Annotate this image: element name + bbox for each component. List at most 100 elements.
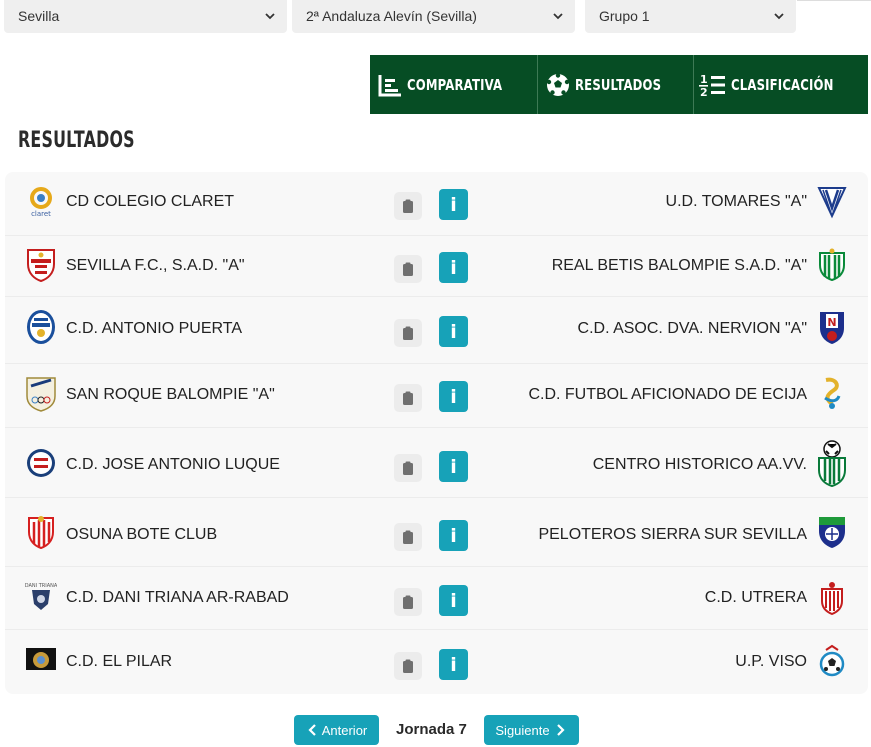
home-team[interactable]: C.D. ANTONIO PUERTA [66,319,242,339]
match-report-button[interactable] [394,255,422,283]
previous-button[interactable]: Anterior [294,715,379,745]
chevron-down-icon [265,13,275,20]
svg-text:1: 1 [700,73,708,86]
team-crest [816,514,848,550]
team-crest [25,247,57,283]
team-crest [816,184,848,220]
competition-select[interactable]: 2ª Andaluza Alevín (Sevilla) [292,0,575,33]
home-team[interactable]: SAN ROQUE BALOMPIE "A" [66,385,275,405]
match-info-button[interactable]: i [439,649,468,680]
match-report-button[interactable] [394,588,422,616]
clipboard-icon [403,199,413,213]
match-row: C.D. EL PILAR i U.P. VISO [5,630,868,694]
clipboard-icon [403,530,413,544]
svg-text:2: 2 [700,86,708,98]
away-team[interactable]: CENTRO HISTORICO AA.VV. [593,455,807,475]
group-select[interactable]: Grupo 1 [585,0,796,33]
match-info-button[interactable]: i [439,520,468,551]
tab-label: CLASIFICACIÓN [731,75,834,94]
previous-label: Anterior [321,722,368,738]
home-team[interactable]: C.D. EL PILAR [66,652,172,672]
away-team[interactable]: C.D. FUTBOL AFICIONADO DE ECIJA [528,385,807,405]
region-select[interactable]: Sevilla [4,0,287,33]
home-team[interactable]: C.D. DANI TRIANA AR-RABAD [66,588,289,608]
match-row: C.D. ANTONIO PUERTA i C.D. ASOC. DVA. NE… [5,297,868,364]
chevron-right-icon [556,724,565,736]
tab-clasificacion[interactable]: 1 2 CLASIFICACIÓN [694,55,868,114]
competition-select-value: 2ª Andaluza Alevín (Sevilla) [306,8,477,24]
clipboard-icon [403,461,413,475]
away-team[interactable]: U.P. VISO [735,652,807,672]
match-row: OSUNA BOTE CLUB i PELOTEROS SIERRA SUR S… [5,498,868,567]
group-select-value: Grupo 1 [599,8,650,24]
chevron-down-icon [774,13,784,20]
team-crest: claret [25,184,57,220]
home-team[interactable]: C.D. JOSE ANTONIO LUQUE [66,455,280,475]
tab-resultados[interactable]: RESULTADOS [538,55,694,114]
match-row: SEVILLA F.C., S.A.D. "A" i REAL BETIS BA… [5,236,868,297]
tab-label: RESULTADOS [575,75,662,94]
soccer-ball-icon [547,72,570,96]
team-crest: DANI TRIANA [25,580,58,616]
match-info-button[interactable]: i [439,189,468,220]
match-info-button[interactable]: i [439,252,468,283]
team-crest [25,514,57,550]
home-team[interactable]: OSUNA BOTE CLUB [66,525,217,545]
region-select-value: Sevilla [18,8,60,24]
match-report-button[interactable] [394,523,422,551]
next-button[interactable]: Siguiente [484,715,579,745]
match-row: DANI TRIANA C.D. DANI TRIANA AR-RABAD i … [5,567,868,630]
section-title: RESULTADOS [18,128,135,153]
away-team[interactable]: C.D. ASOC. DVA. NERVION "A" [578,319,807,339]
chevron-left-icon [308,724,316,736]
clipboard-icon [403,595,413,609]
team-crest [25,445,57,481]
away-team[interactable]: C.D. UTRERA [705,588,807,608]
match-info-button[interactable]: i [439,316,468,347]
chevron-down-icon [553,13,563,20]
clipboard-icon [403,262,413,276]
team-crest [816,644,848,680]
home-team[interactable]: CD COLEGIO CLARET [66,192,234,212]
match-report-button[interactable] [394,652,422,680]
tab-label: COMPARATIVA [407,75,503,94]
match-row: claret CD COLEGIO CLARET i U.D. TOMARES … [5,172,868,236]
away-team[interactable]: U.D. TOMARES "A" [666,192,807,212]
match-report-button[interactable] [394,384,422,412]
team-crest [25,647,57,673]
ranking-list-icon: 1 2 [699,73,726,98]
away-team[interactable]: REAL BETIS BALOMPIE S.A.D. "A" [552,256,807,276]
match-row: SAN ROQUE BALOMPIE "A" i C.D. FUTBOL AFI… [5,364,868,428]
svg-text:DANI TRIANA: DANI TRIANA [25,583,57,589]
current-round: Jornada 7 [396,721,467,738]
team-crest [816,376,848,412]
team-crest [816,440,848,488]
match-report-button[interactable] [394,192,422,220]
match-info-button[interactable]: i [439,381,468,412]
match-row: C.D. JOSE ANTONIO LUQUE i CENTRO HISTORI… [5,428,868,498]
pagination: Anterior Jornada 7 Siguiente [0,715,871,745]
svg-text:N: N [827,316,836,329]
match-report-button[interactable] [394,319,422,347]
clipboard-icon [403,326,413,340]
team-crest [816,580,848,616]
divider [797,0,871,1]
clipboard-icon [403,659,413,673]
match-info-button[interactable]: i [439,451,468,482]
tab-comparativa[interactable]: COMPARATIVA [370,55,538,114]
filter-bar: Sevilla 2ª Andaluza Alevín (Sevilla) Gru… [0,0,871,34]
team-crest [25,376,57,412]
results-list: claret CD COLEGIO CLARET i U.D. TOMARES … [5,172,868,694]
svg-text:claret: claret [31,210,51,218]
away-team[interactable]: PELOTEROS SIERRA SUR SEVILLA [538,525,807,545]
clipboard-icon [403,391,413,405]
match-info-button[interactable]: i [439,585,468,616]
team-crest [25,309,57,345]
section-tabs: COMPARATIVA RESULTADOS 1 2 CLASIFICACIÓN [370,55,868,114]
team-crest: N [816,309,848,345]
match-report-button[interactable] [394,454,422,482]
next-label: Siguiente [495,722,550,738]
bar-chart-icon [378,74,402,96]
team-crest [816,247,848,283]
home-team[interactable]: SEVILLA F.C., S.A.D. "A" [66,256,245,276]
